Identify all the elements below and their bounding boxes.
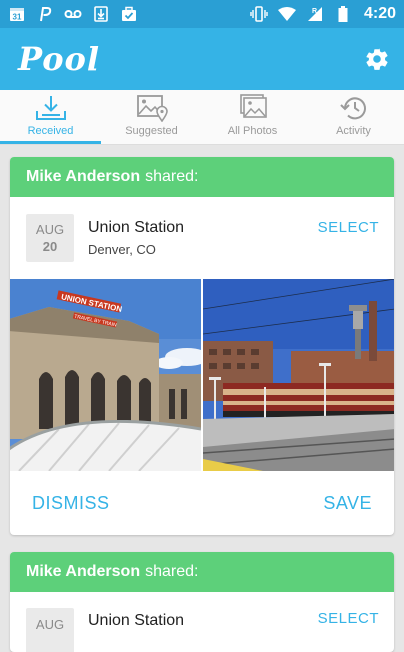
tab-received[interactable]: Received [0, 90, 101, 144]
tab-suggested[interactable]: Suggested [101, 90, 202, 144]
p-icon [36, 5, 54, 23]
photo-stack-icon [239, 94, 267, 118]
sharer-name: Mike Anderson [26, 563, 141, 580]
event-title: Union Station [88, 219, 185, 236]
select-button[interactable]: SELECT [318, 219, 379, 236]
tab-all-photos-label: All Photos [227, 125, 278, 137]
date-month: AUG [35, 222, 65, 237]
gear-icon[interactable] [364, 46, 390, 72]
event-title: Union Station [88, 612, 185, 629]
photo-grid: UNION STATION TRAVEL BY TRAIN [10, 279, 394, 471]
card-actions: DISMISS SAVE [10, 471, 394, 535]
tab-bar: Received Suggested All Photos Activity [0, 90, 404, 145]
calendar-date: 31 [13, 13, 22, 22]
voicemail-icon [64, 5, 82, 23]
tab-received-label: Received [27, 125, 74, 137]
tab-suggested-label: Suggested [125, 125, 178, 137]
event-row: AUG Union Station SELECT [10, 592, 394, 652]
date-month: AUG [35, 617, 65, 632]
battery-icon [334, 5, 352, 23]
status-bar: 31 R 4:20 [0, 0, 404, 28]
calendar-icon: 31 [8, 5, 26, 23]
select-button[interactable]: SELECT [318, 610, 379, 627]
card-header: Mike Anderson shared: [10, 157, 394, 197]
tab-all-photos[interactable]: All Photos [202, 90, 303, 144]
date-badge: AUG [26, 608, 74, 652]
inbox-download-icon [35, 96, 66, 120]
shared-text: shared: [145, 168, 199, 185]
app-bar: Pool [0, 28, 404, 90]
signal-roaming-badge: R [312, 8, 317, 15]
shared-text: shared: [145, 563, 199, 580]
tab-activity-label: Activity [336, 125, 371, 137]
dismiss-button[interactable]: DISMISS [32, 493, 110, 514]
date-day: 20 [42, 239, 58, 254]
vibrate-icon [250, 5, 268, 23]
image-pin-icon [136, 95, 168, 122]
clock-time: 4:20 [363, 5, 396, 22]
photo-train-platform[interactable] [203, 279, 394, 471]
wifi-icon [277, 5, 296, 23]
shared-event-card: Mike Anderson shared: AUG 20 Union Stati… [10, 157, 394, 535]
card-header: Mike Anderson shared: [10, 552, 394, 592]
photo-union-station-building[interactable]: UNION STATION TRAVEL BY TRAIN [10, 279, 201, 471]
date-badge: AUG 20 [26, 214, 74, 262]
tab-activity[interactable]: Activity [303, 90, 404, 144]
event-row: AUG 20 Union Station Denver, CO SELECT [10, 197, 394, 279]
save-button[interactable]: SAVE [323, 493, 372, 514]
event-location: Denver, CO [88, 242, 156, 257]
briefcase-check-icon [120, 5, 138, 23]
shared-event-card: Mike Anderson shared: AUG Union Station … [10, 552, 394, 652]
history-icon [339, 97, 366, 120]
sharer-name: Mike Anderson [26, 168, 141, 185]
signal-icon: R [306, 5, 324, 23]
app-logo: Pool [18, 40, 101, 78]
download-icon [92, 5, 110, 23]
